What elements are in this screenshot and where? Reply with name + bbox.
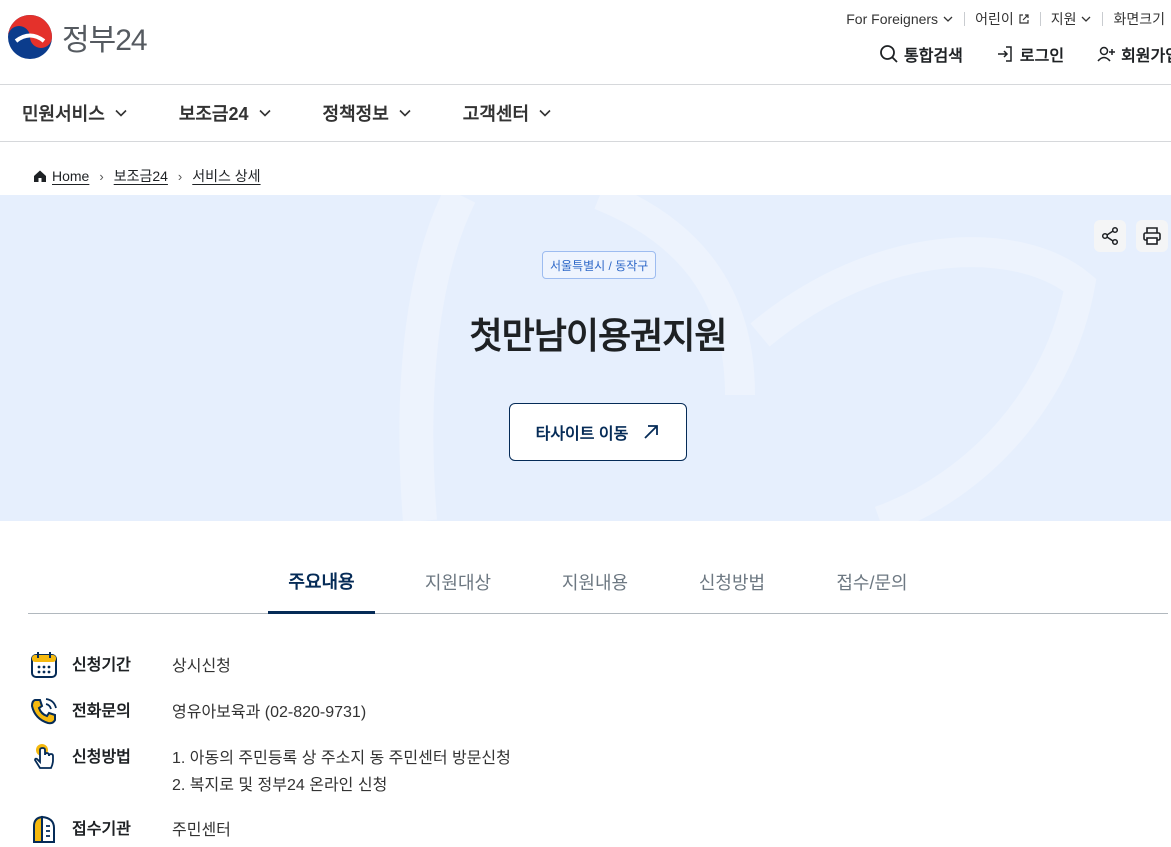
- gnb-item-policy-info[interactable]: 정책정보: [323, 100, 413, 126]
- method-line-2: 2. 복지로 및 정부24 온라인 신청: [172, 777, 388, 794]
- building-icon: [28, 814, 60, 846]
- search-button[interactable]: 통합검색: [879, 42, 963, 66]
- breadcrumb: Home › 보조금24 › 서비스 상세: [33, 166, 261, 186]
- hand-pointer-icon: [28, 742, 60, 774]
- font-size-menu[interactable]: 화면크기: [1113, 9, 1165, 29]
- chevron-down-icon: [539, 109, 551, 117]
- site-header: 정부24 For Foreigners 어린이 지원 화면크기 통합검색 로그인: [0, 0, 1171, 85]
- info-row-phone: 전화문의 영유아보육과 (02-820-9731): [28, 696, 366, 728]
- main-navigation: 민원서비스 보조금24 정책정보 고객센터: [0, 85, 1171, 142]
- breadcrumb-current[interactable]: 서비스 상세: [192, 166, 260, 186]
- utility-menu: For Foreigners 어린이 지원 화면크기: [846, 9, 1165, 29]
- external-link-icon: [1019, 14, 1029, 24]
- header-actions: 통합검색 로그인 회원가입: [879, 42, 1171, 66]
- breadcrumb-home[interactable]: Home: [52, 168, 89, 184]
- gnb-label: 민원서비스: [22, 104, 105, 124]
- chevron-down-icon: [943, 16, 953, 22]
- login-icon: [997, 46, 1012, 62]
- service-hero: 서울특별시 / 동작구 첫만남이용권지원 타사이트 이동: [0, 195, 1171, 521]
- info-value: 영유아보육과 (02-820-9731): [172, 704, 367, 721]
- info-row-period: 신청기간 상시신청: [28, 650, 231, 682]
- kids-label: 어린이: [975, 11, 1014, 27]
- tab-benefits[interactable]: 지원내용: [545, 551, 645, 613]
- signup-button[interactable]: 회원가입: [1096, 42, 1171, 66]
- divider: [1102, 12, 1104, 26]
- printer-icon: [1143, 227, 1161, 245]
- login-label: 로그인: [1019, 48, 1065, 65]
- search-icon: [880, 45, 898, 63]
- share-button[interactable]: [1094, 220, 1126, 252]
- info-row-agency: 접수기관 주민센터: [28, 814, 231, 846]
- page-title: 첫만남이용권지원: [469, 315, 728, 356]
- gnb-item-civil-service[interactable]: 민원서비스: [22, 100, 129, 126]
- support-menu[interactable]: 지원: [1051, 9, 1093, 29]
- info-label: 신청방법: [72, 749, 131, 766]
- region-tag: 서울특별시 / 동작구: [542, 251, 657, 279]
- detail-tabs: 주요내용 지원대상 지원내용 신청방법 접수/문의: [28, 551, 1168, 614]
- for-foreigners-label: For Foreigners: [846, 11, 939, 27]
- info-row-method: 신청방법 1. 아동의 주민등록 상 주소지 동 주민센터 방문신청 2. 복지…: [28, 742, 511, 799]
- chevron-down-icon: [1082, 16, 1091, 22]
- info-value: 주민센터: [172, 822, 231, 839]
- tab-eligibility[interactable]: 지원대상: [408, 551, 508, 613]
- font-size-label: 화면크기: [1113, 11, 1165, 27]
- gnb-label: 고객센터: [462, 104, 530, 124]
- info-value: 상시신청: [172, 658, 231, 675]
- share-icon: [1101, 226, 1119, 246]
- taegeuk-emblem-icon: [8, 15, 52, 59]
- login-button[interactable]: 로그인: [995, 42, 1064, 66]
- tab-main-content[interactable]: 주요내용: [268, 551, 375, 614]
- chevron-right-icon: ›: [99, 168, 104, 184]
- external-site-button[interactable]: 타사이트 이동: [509, 403, 687, 461]
- gnb-item-customer-center[interactable]: 고객센터: [463, 100, 553, 126]
- tab-contact[interactable]: 접수/문의: [822, 551, 922, 613]
- info-label: 신청기간: [72, 657, 131, 674]
- info-label: 접수기관: [72, 821, 131, 838]
- gnb-item-subsidy24[interactable]: 보조금24: [179, 100, 273, 126]
- arrow-up-right-icon: [644, 425, 659, 439]
- search-label: 통합검색: [904, 48, 963, 65]
- for-foreigners-link[interactable]: For Foreigners: [846, 11, 954, 27]
- phone-icon: [28, 696, 60, 728]
- external-site-label: 타사이트 이동: [535, 426, 629, 443]
- chevron-down-icon: [258, 109, 271, 117]
- chevron-down-icon: [399, 109, 411, 117]
- calendar-icon: [28, 650, 60, 682]
- breadcrumb-subsidy24[interactable]: 보조금24: [114, 166, 168, 186]
- tab-how-to-apply[interactable]: 신청방법: [682, 551, 782, 613]
- gnb-label: 보조금24: [178, 104, 249, 124]
- kids-link[interactable]: 어린이: [975, 9, 1030, 29]
- user-plus-icon: [1097, 46, 1116, 62]
- logo-text: 정부24: [62, 24, 148, 57]
- divider: [964, 12, 966, 26]
- info-value: 1. 아동의 주민등록 상 주소지 동 주민센터 방문신청 2. 복지로 및 정…: [172, 742, 511, 799]
- divider: [1039, 12, 1041, 26]
- support-label: 지원: [1050, 11, 1077, 27]
- info-label: 전화문의: [72, 703, 131, 720]
- home-icon: [34, 170, 46, 182]
- method-line-1: 1. 아동의 주민등록 상 주소지 동 주민센터 방문신청: [172, 750, 511, 767]
- logo[interactable]: 정부24: [7, 14, 148, 60]
- signup-label: 회원가입: [1121, 48, 1171, 65]
- print-button[interactable]: [1136, 220, 1168, 252]
- gnb-label: 정책정보: [322, 104, 389, 124]
- chevron-right-icon: ›: [177, 168, 183, 184]
- chevron-down-icon: [115, 109, 127, 117]
